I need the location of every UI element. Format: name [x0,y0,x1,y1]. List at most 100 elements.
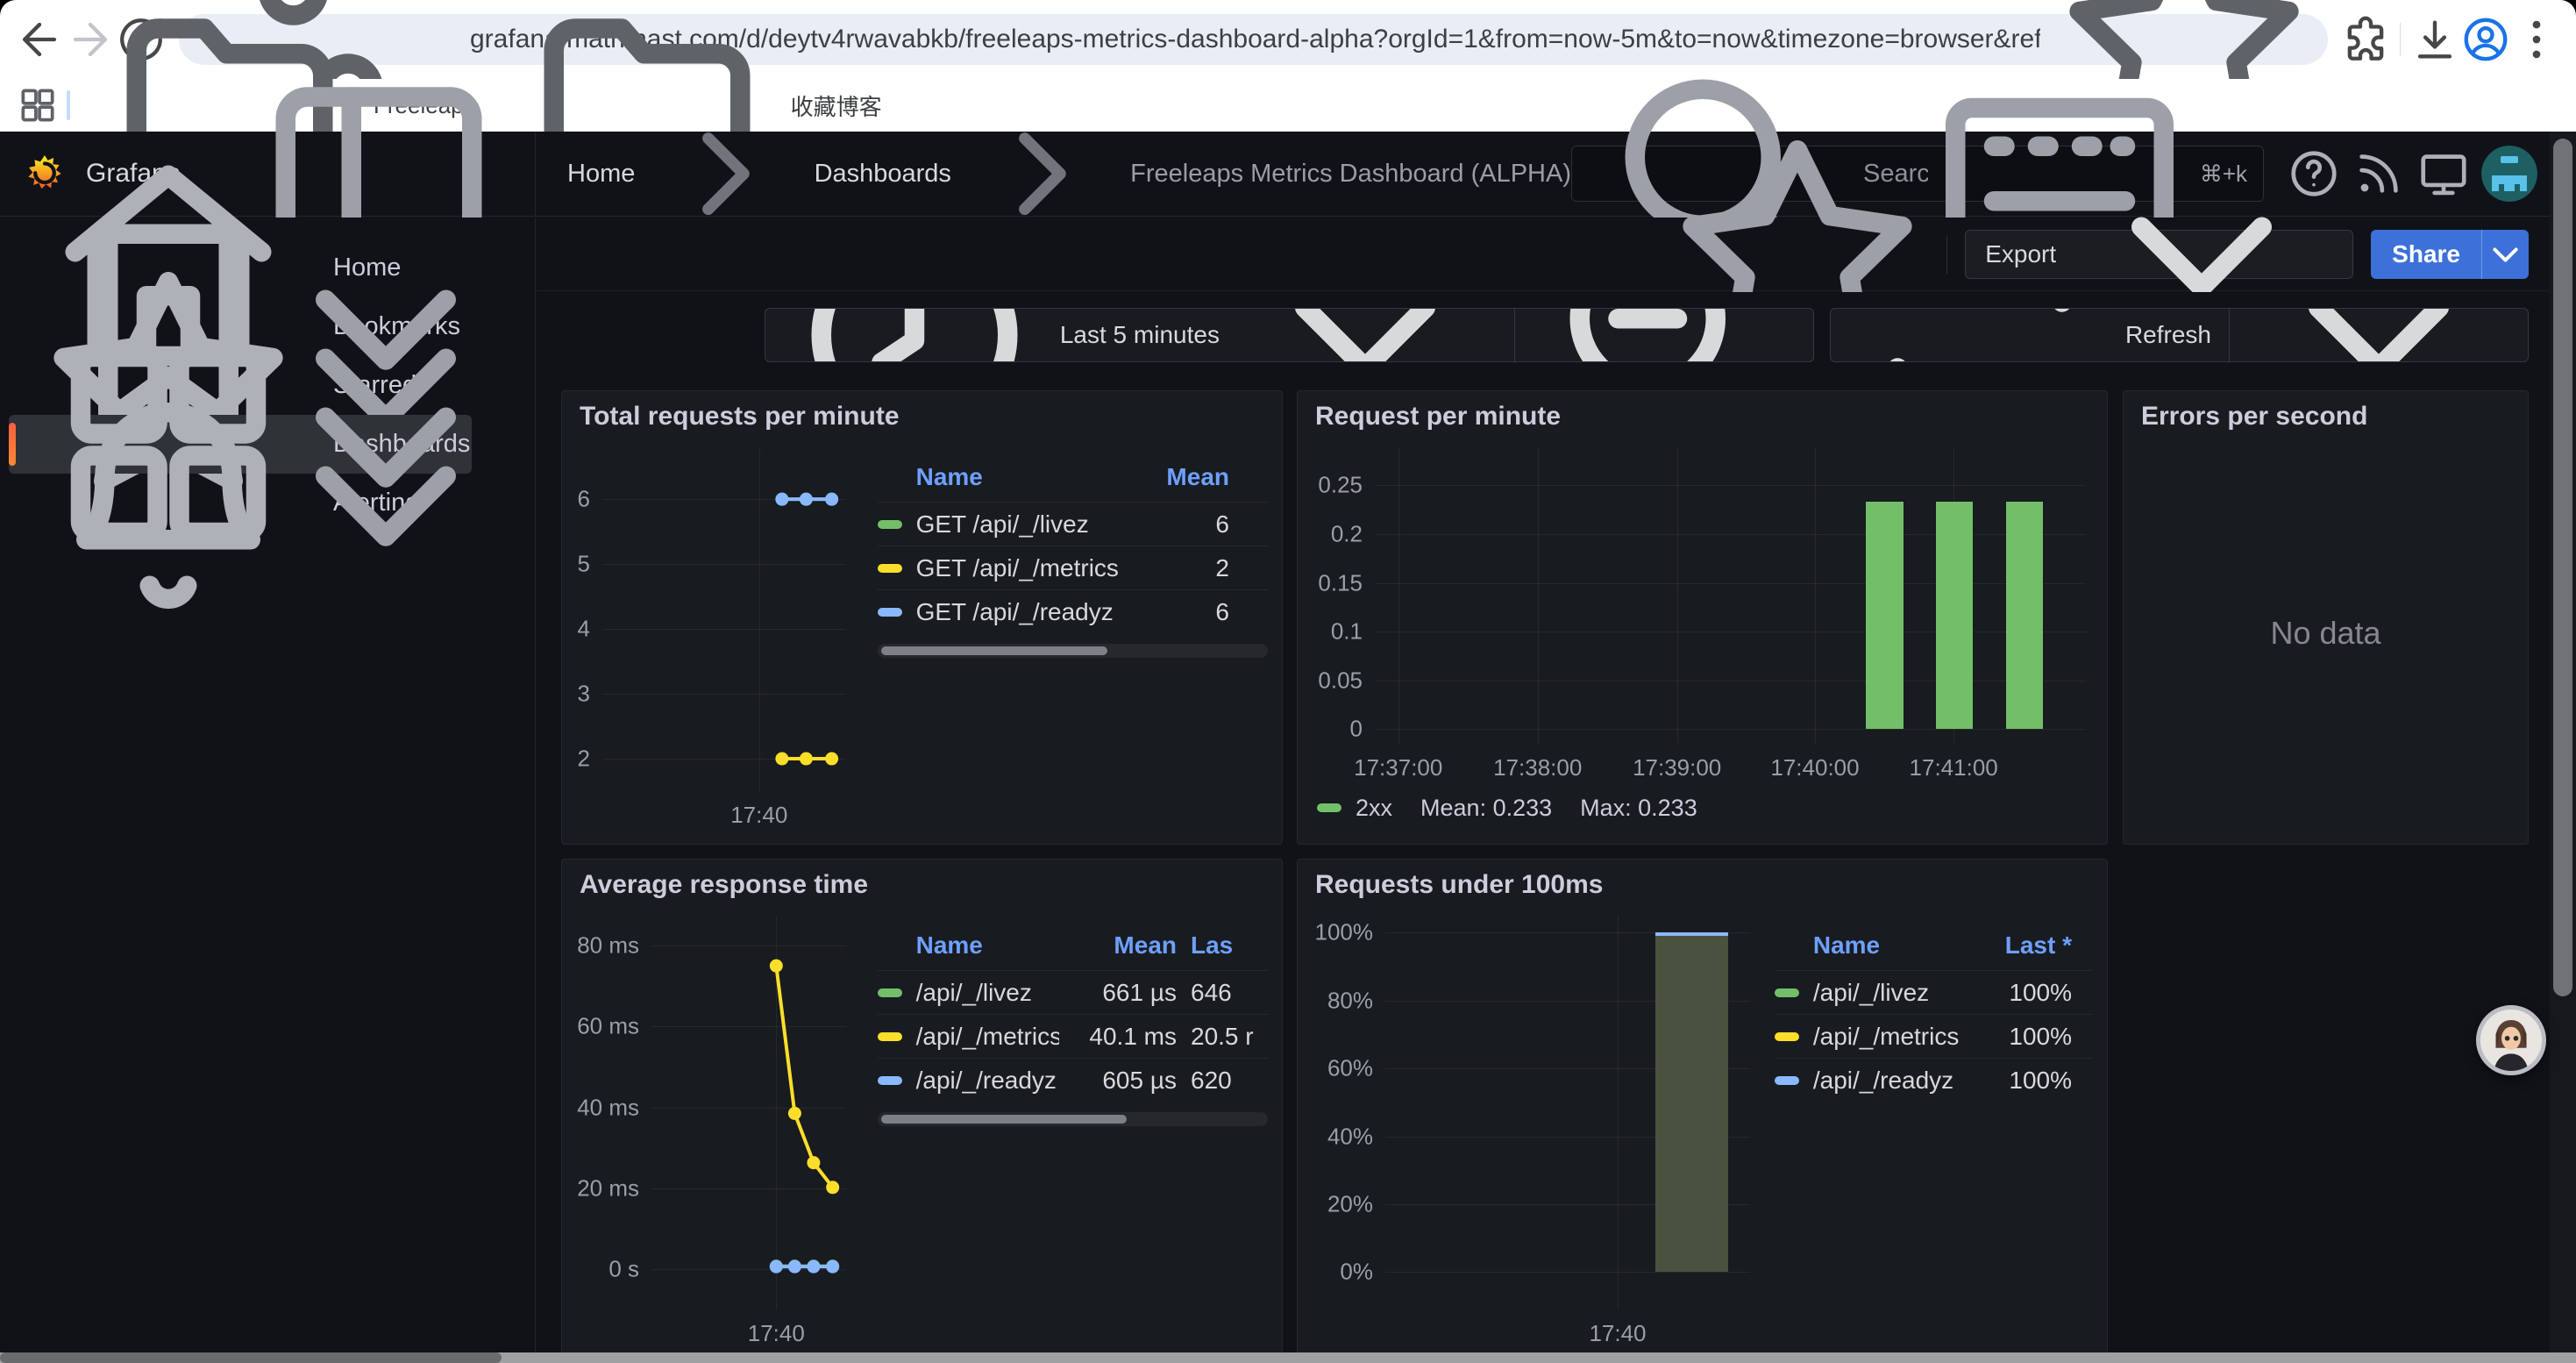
breadcrumb-item: Freeleaps Metrics Dashboard (ALPHA) [1130,160,1571,189]
legend-row: /api/_/metrics100% [1775,1014,2093,1058]
legend-scrollbar[interactable] [878,644,1268,658]
legend: 2xxMean: 0.233Max: 0.233 [1312,784,2093,831]
assistant-avatar-button[interactable] [2476,1005,2546,1075]
sidebar: HomeBookmarksStarredDashboardsAlerting [0,218,536,1363]
vertical-scrollbar[interactable] [2550,132,2576,1352]
sidebar-item-alerting[interactable]: Alerting [9,474,472,532]
panel-total-requests-per-minute: Total requests per minute 6543217:40Name… [561,390,1283,845]
extensions-icon[interactable] [2340,14,2391,65]
expand-chevron-icon[interactable] [254,372,517,635]
series-name[interactable]: GET /api/_/metrics [878,554,1124,582]
panel-title-bar[interactable]: Total requests per minute [576,391,1268,435]
legend-row: GET /api/_/readyz6 [878,589,1268,633]
breadcrumb-item[interactable]: Dashboards [815,160,951,189]
back-button[interactable] [14,14,65,65]
breadcrumb-item[interactable]: Home [567,160,635,189]
horizontal-scrollbar[interactable] [0,1352,2576,1363]
y-gridline [1375,583,2086,584]
share-button-label[interactable]: Share [2371,230,2481,279]
series-name[interactable]: /api/_/readyz [878,1067,1059,1095]
y-gridline [1375,681,2086,682]
series-value: 2 [1124,554,1268,582]
refresh-group: Refresh [1830,308,2529,362]
column-header[interactable]: Mean [1124,463,1268,491]
column-header[interactable]: Last * [1961,931,2093,960]
series-name[interactable]: /api/_/livez [1775,979,1961,1007]
column-header[interactable]: Name [916,931,1059,960]
time-picker-group: Last 5 minutes [765,308,1814,362]
horizontal-scrollbar-thumb[interactable] [0,1352,502,1363]
series-color-chip [878,1032,902,1041]
series-value: 100% [1961,1023,2093,1051]
column-header[interactable]: Las [1191,931,1268,960]
legend-table: NameMeanLas/api/_/livez661 µs646/api/_/m… [878,931,1268,1350]
x-axis-tick-label: 17:41:00 [1910,754,1998,781]
user-avatar[interactable] [2481,146,2537,202]
x-gridline [1398,447,1399,744]
x-gridline [1538,447,1539,744]
news-icon[interactable] [2352,146,2406,201]
zoom-out-button[interactable] [1514,309,1813,361]
toolbar-divider [2400,23,2401,56]
downloads-icon[interactable] [2409,14,2460,65]
panel-title-bar[interactable]: Errors per second [2138,391,2514,435]
series-name[interactable]: /api/_/metrics [1775,1023,1961,1051]
series-value: 620 [1191,1067,1268,1095]
apps-grid-icon[interactable] [16,83,60,127]
share-button[interactable]: Share [2371,230,2529,279]
series-value: 100% [1961,979,2093,1007]
column-header[interactable]: Name [916,463,1124,491]
x-axis-tick-label: 17:40 [730,802,787,829]
legend-header-row: NameLast * [1775,931,2093,970]
chevron-down-icon [2247,308,2510,362]
column-header[interactable]: Mean [1059,931,1191,960]
kiosk-mode-icon[interactable] [2416,146,2471,201]
legend-table: NameMeanGET /api/_/livez6GET /api/_/metr… [878,463,1268,831]
y-axis-tick-label: 2 [578,746,602,773]
series-value: 6 [1124,598,1268,626]
export-button[interactable]: Export [1965,230,2353,279]
chart-plot: 100%80%60%40%20%0%17:40 [1385,916,1750,1309]
legend-item[interactable]: 2xx [1317,795,1392,822]
legend-row: GET /api/_/livez6 [878,502,1268,546]
y-axis-tick-label: 0.2 [1331,520,1375,547]
column-header[interactable]: Name [1813,931,1961,960]
panel-title-bar[interactable]: Request per minute [1312,391,2093,435]
x-axis-tick-label: 17:38:00 [1493,754,1582,781]
series-name[interactable]: GET /api/_/readyz [878,598,1124,626]
x-axis-tick-label: 17:40 [748,1320,805,1347]
x-axis-tick-label: 17:40:00 [1770,754,1859,781]
y-axis-tick-label: 0.15 [1318,569,1375,596]
panel-title: Errors per second [2141,402,2367,432]
y-axis-tick-label: 60% [1327,1055,1385,1082]
y-axis-tick-label: 100% [1315,919,1386,946]
series-name[interactable]: /api/_/livez [878,979,1059,1007]
chart-area: 80 ms60 ms40 ms20 ms0 s17:40 [576,903,853,1350]
series-name[interactable]: /api/_/readyz [1775,1067,1961,1095]
vertical-scrollbar-thumb[interactable] [2553,139,2572,996]
time-range-button[interactable]: Last 5 minutes [765,309,1514,361]
legend-row: /api/_/metrics40.1 ms20.5 r [878,1014,1268,1058]
series-name[interactable]: GET /api/_/livez [878,510,1124,539]
series-layer [602,447,846,791]
series-name[interactable]: /api/_/metrics [878,1023,1059,1051]
legend-scrollbar[interactable] [878,1112,1268,1126]
panel-title-bar[interactable]: Average response time [576,860,1268,903]
y-axis-tick-label: 80 ms [577,932,651,960]
refresh-button[interactable]: Refresh [1831,309,2229,361]
legend-row: /api/_/livez100% [1775,970,2093,1014]
legend-scrollbar-thumb[interactable] [881,646,1107,655]
browser-profile-icon[interactable] [2460,14,2511,65]
refresh-interval-dropdown[interactable] [2229,309,2528,361]
series-color-chip [1775,988,1799,997]
y-gridline [1385,1272,1750,1273]
series-value: 646 [1191,979,1268,1007]
y-axis-tick-label: 0% [1340,1259,1385,1286]
series-color-chip [878,1076,902,1085]
y-axis-tick-label: 6 [578,486,602,513]
series-color-chip [1775,1032,1799,1041]
browser-menu-icon[interactable] [2511,14,2562,65]
panel-title-bar[interactable]: Requests under 100ms [1312,860,2093,903]
share-dropdown-icon[interactable] [2481,230,2529,279]
legend-scrollbar-thumb[interactable] [881,1115,1128,1124]
